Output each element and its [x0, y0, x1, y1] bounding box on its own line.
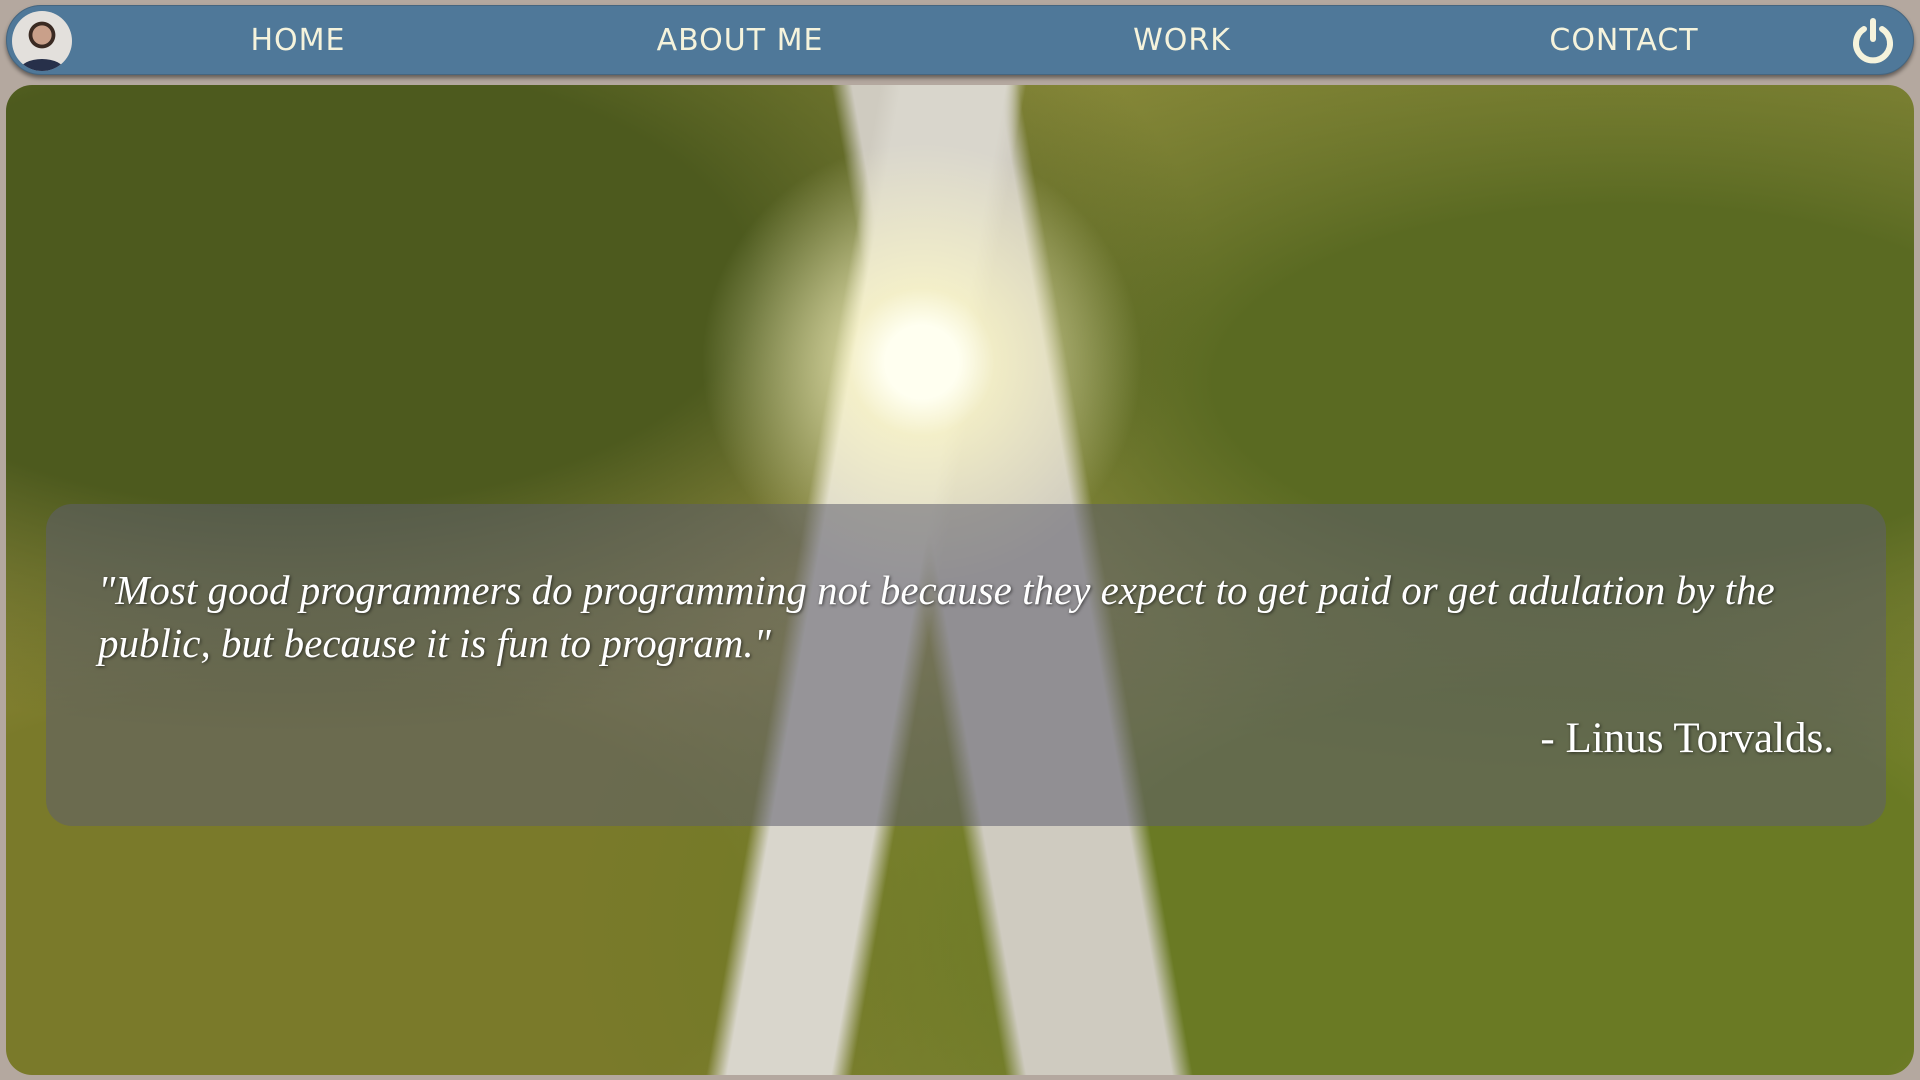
nav-home[interactable]: HOME	[250, 6, 345, 76]
tree-background-image: "Most good programmers do programming no…	[6, 85, 1914, 1075]
profile-avatar[interactable]	[12, 11, 72, 71]
quote-box: "Most good programmers do programming no…	[46, 504, 1886, 826]
avatar-suit	[20, 59, 64, 71]
quote-text: "Most good programmers do programming no…	[98, 567, 1775, 666]
nav-about-me[interactable]: ABOUT ME	[657, 6, 824, 76]
nav-contact[interactable]: CONTACT	[1549, 6, 1698, 76]
power-icon[interactable]	[1849, 17, 1897, 65]
top-navigation-bar: HOME ABOUT ME WORK CONTACT	[6, 5, 1914, 75]
quote-author: - Linus Torvalds.	[1540, 715, 1834, 762]
nav-work[interactable]: WORK	[1133, 6, 1231, 76]
